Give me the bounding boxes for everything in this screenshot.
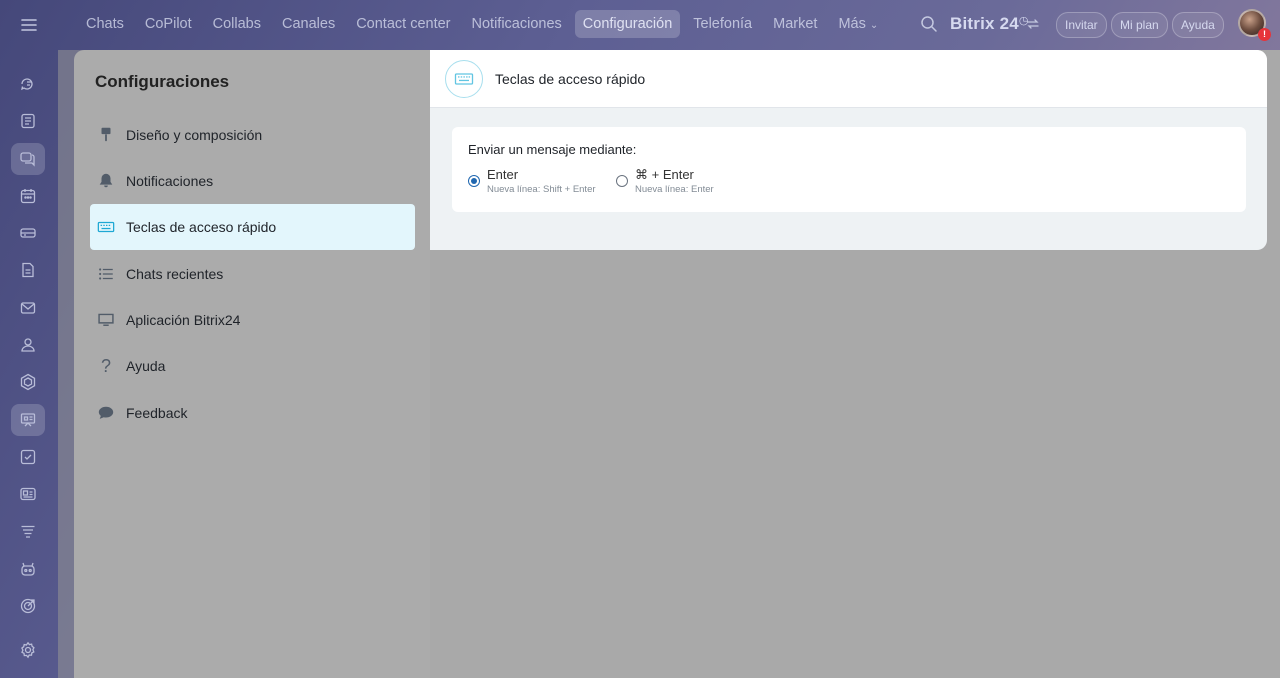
settings-item-label: Notificaciones [126,173,214,189]
settings-icon[interactable] [11,634,45,666]
settings-item-teclas[interactable]: Teclas de acceso rápido [90,204,415,250]
drive-icon[interactable] [11,217,45,249]
keyboard-icon [96,217,116,237]
settings-item-notificaciones[interactable]: Notificaciones [90,158,415,204]
radio-enter-label[interactable]: Enter [487,167,518,182]
filter-icon[interactable] [11,516,45,548]
send-heading: Enviar un mensaje mediante: [468,142,637,157]
chat-bubbles-icon[interactable] [11,68,45,100]
top-bar: Chats CoPilot Collabs Canales Contact ce… [0,0,1280,50]
settings-title: Configuraciones [95,72,230,91]
hotkeys-card: Teclas de acceso rápido Enviar un mensaj… [430,50,1267,250]
menu-icon[interactable] [18,14,40,36]
invite-button[interactable]: Invitar [1056,12,1107,38]
help-button[interactable]: Ayuda [1172,12,1224,38]
settings-item-label: Teclas de acceso rápido [126,219,277,235]
team-icon[interactable] [11,329,45,361]
mail-icon[interactable] [11,292,45,324]
target-icon[interactable] [11,590,45,622]
radio-enter[interactable] [468,175,480,187]
question-icon: ? [100,355,111,376]
nav-contact-center[interactable]: Contact center [348,10,458,38]
document-icon[interactable] [11,254,45,286]
chevron-down-icon: ⌄ [869,20,879,31]
feed-icon[interactable] [11,105,45,137]
crm-card-icon[interactable] [11,478,45,510]
settings-item-feedback[interactable]: Feedback [90,390,415,436]
settings-item-design[interactable]: Diseño y composición [90,112,415,158]
left-rail [0,50,58,678]
bell-icon [96,171,116,191]
search-icon[interactable] [920,15,938,33]
settings-item-label: Aplicación Bitrix24 [126,312,241,328]
board-icon[interactable] [11,404,45,436]
brand-text: Bitrix 24 [950,14,1019,33]
radio-cmd-enter-label[interactable]: ⌘ + Enter [635,167,694,183]
nav-copilot[interactable]: CoPilot [137,10,200,38]
monitor-icon [96,310,116,330]
hexagon-icon[interactable] [11,366,45,398]
nav-canales[interactable]: Canales [274,10,343,38]
nav-mas-label: Más [838,16,866,32]
robot-icon[interactable] [11,553,45,585]
brush-icon [96,125,116,145]
swap-icon[interactable] [1026,17,1040,31]
nav-mas[interactable]: Más ⌄ [830,10,886,38]
nav-collabs[interactable]: Collabs [205,10,269,38]
calendar-icon[interactable] [11,180,45,212]
settings-item-label: Ayuda [126,358,166,374]
card-title: Teclas de acceso rápido [495,71,646,87]
settings-item-aplicacion[interactable]: Aplicación Bitrix24 [90,297,415,343]
radio-enter-sub: Nueva línea: Shift + Enter [487,184,596,195]
settings-item-ayuda[interactable]: ? Ayuda [90,343,415,389]
brand-logo[interactable]: Bitrix 24◷ [950,14,1029,34]
messenger-icon[interactable] [11,143,45,175]
list-icon [96,264,116,284]
radio-cmd-enter-sub: Nueva línea: Enter [635,184,714,195]
keyboard-icon [445,60,483,98]
tasks-icon[interactable] [11,441,45,473]
card-header: Teclas de acceso rápido [430,50,1267,108]
alert-badge: ! [1258,28,1271,41]
radio-cmd-enter[interactable] [616,175,628,187]
send-options: Enviar un mensaje mediante: Enter Nueva … [452,127,1246,212]
settings-item-chats-recientes[interactable]: Chats recientes [90,251,415,297]
settings-item-label: Diseño y composición [126,127,263,143]
my-plan-button[interactable]: Mi plan [1111,12,1168,38]
settings-item-label: Chats recientes [126,266,224,282]
speech-bubble-icon [96,403,116,423]
nav-market[interactable]: Market [765,10,825,38]
nav-notificaciones[interactable]: Notificaciones [464,10,570,38]
nav-configuracion[interactable]: Configuración [574,10,681,38]
main-nav: Chats CoPilot Collabs Canales Contact ce… [78,10,891,38]
nav-chats[interactable]: Chats [78,10,132,38]
nav-telefonia[interactable]: Telefonía [685,10,760,38]
settings-sidebar: Configuraciones Diseño y composición Not… [74,50,430,678]
settings-item-label: Feedback [126,405,188,421]
